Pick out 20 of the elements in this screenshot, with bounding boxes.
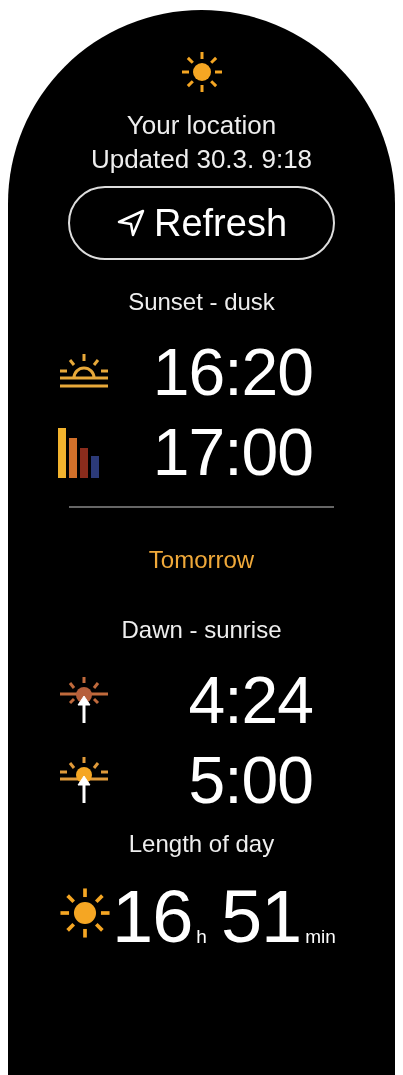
- tomorrow-label: Tomorrow: [148, 546, 255, 574]
- section-title: Dawn - sunrise: [121, 616, 282, 644]
- sun-arrow-icon: [58, 755, 110, 805]
- unit-label: h: [196, 926, 207, 948]
- location-label: Your location: [126, 109, 277, 142]
- time-text: 4:24: [187, 667, 313, 733]
- time-text: 17:00: [151, 419, 313, 485]
- time-text: 16:20: [151, 339, 313, 405]
- section-title: Length of day: [128, 830, 275, 858]
- navigation-arrow-icon: [115, 208, 146, 238]
- duration-value: 16: [112, 880, 193, 954]
- sun-icon: [179, 50, 224, 94]
- unit-label: min: [305, 926, 336, 948]
- refresh-button[interactable]: Refresh: [68, 186, 335, 260]
- time-text: 5:00: [187, 747, 313, 813]
- sun-arrow-icon: [58, 675, 110, 725]
- duration-value: 51: [220, 880, 302, 954]
- sun-icon: [58, 886, 112, 940]
- updated-label: Updated 30.3. 9:18: [90, 143, 313, 176]
- section-title: Sunset - dusk: [128, 288, 275, 316]
